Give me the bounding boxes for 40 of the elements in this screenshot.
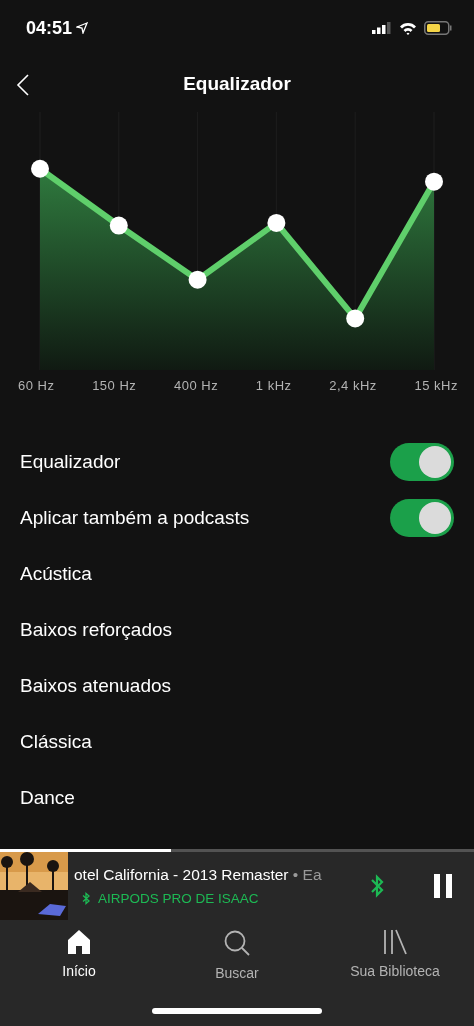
wifi-icon [399, 21, 417, 35]
status-time: 04:51 [26, 17, 73, 39]
preset-item[interactable]: Dance [20, 787, 75, 809]
frequency-label: 400 Hz [174, 378, 219, 395]
frequency-label: 60 Hz [18, 378, 55, 395]
nav-tab[interactable]: Início [9, 928, 149, 982]
device-name: AIRPODS PRO DE ISAAC [98, 891, 259, 906]
home-icon [66, 929, 92, 955]
bluetooth-button[interactable] [370, 874, 384, 898]
preset-item[interactable]: Acústica [20, 563, 92, 585]
frequency-label: 1 kHz [255, 378, 292, 395]
battery-icon [424, 21, 452, 35]
preset-item[interactable]: Baixos reforçados [20, 619, 173, 641]
location-arrow-icon [76, 22, 89, 34]
search-icon [223, 929, 251, 957]
track-title: otel California - 2013 Remaster • Ea [74, 866, 323, 884]
frequency-label: 2,4 kHz [329, 378, 377, 395]
toggle-switch[interactable] [390, 443, 454, 481]
setting-label: Equalizador [20, 451, 121, 473]
back-icon[interactable] [16, 74, 30, 96]
frequency-label: 15 kHz [414, 378, 458, 395]
library-icon [382, 929, 408, 955]
setting-label: Aplicar também a podcasts [20, 507, 250, 529]
band-handle[interactable] [346, 309, 365, 328]
nav-tab[interactable]: Buscar [167, 928, 307, 982]
preset-item[interactable]: Baixos atenuados [20, 675, 172, 697]
bluetooth-icon [82, 892, 90, 905]
screen-title: Equalizador [183, 73, 291, 95]
signal-icon [372, 22, 392, 34]
band-handle[interactable] [31, 159, 49, 178]
band-handle[interactable] [109, 216, 128, 235]
frequency-label: 150 Hz [92, 378, 137, 395]
band-handle[interactable] [267, 213, 286, 232]
band-handle[interactable] [188, 270, 207, 289]
mini-player[interactable]: otel California - 2013 Remaster • Ea AIRPODS PRO DE ISAAC [0, 849, 474, 920]
pause-button[interactable] [434, 874, 452, 898]
band-handle[interactable] [425, 172, 443, 191]
nav-tab[interactable]: Sua Biblioteca [325, 928, 465, 982]
preset-item[interactable]: Clássica [20, 731, 92, 753]
toggle-switch[interactable] [390, 499, 454, 537]
